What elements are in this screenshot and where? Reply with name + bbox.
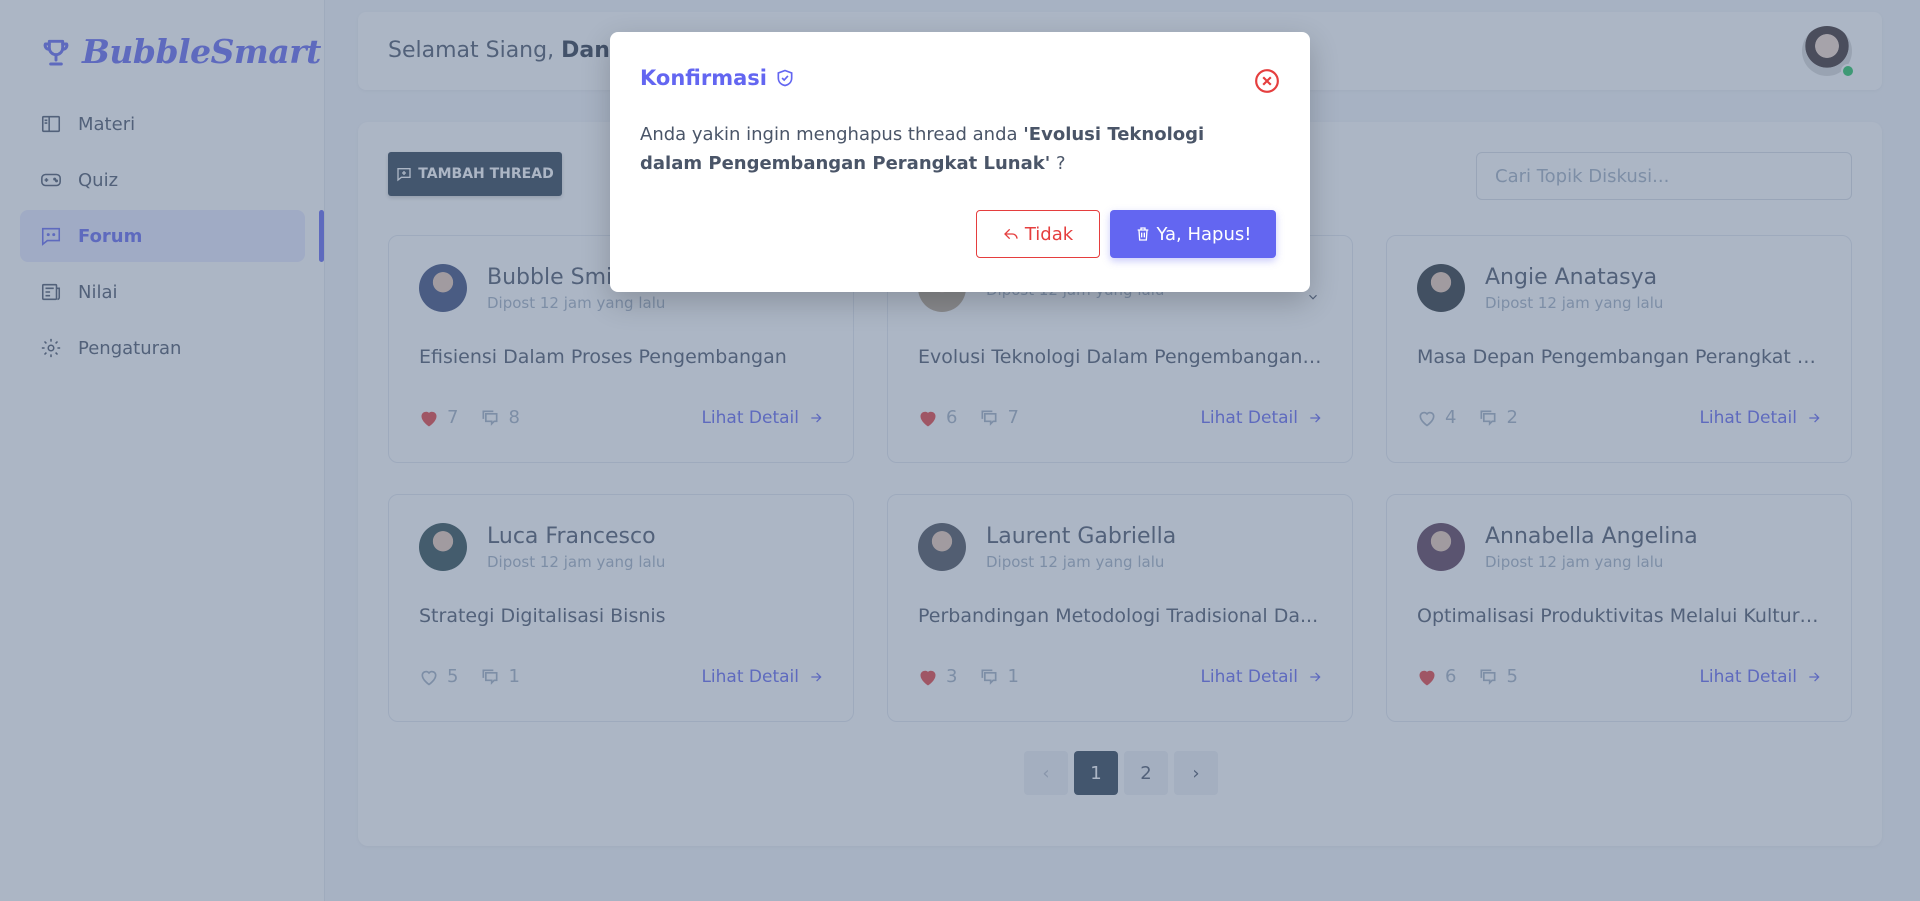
- confirm-label: Ya, Hapus!: [1156, 223, 1252, 245]
- modal-message: Anda yakin ingin menghapus thread anda '…: [640, 120, 1260, 178]
- cancel-label: Tidak: [1024, 223, 1074, 245]
- modal-title: Konfirmasi: [640, 66, 795, 90]
- close-icon[interactable]: [1254, 68, 1280, 94]
- modal-message-prefix: Anda yakin ingin menghapus thread anda: [640, 124, 1018, 145]
- cancel-button[interactable]: Tidak: [976, 210, 1100, 258]
- modal-title-text: Konfirmasi: [640, 66, 767, 90]
- confirm-delete-modal: Konfirmasi Anda yakin ingin menghapus th…: [610, 32, 1310, 292]
- reply-icon: [1003, 228, 1018, 240]
- confirm-delete-button[interactable]: Ya, Hapus!: [1110, 210, 1276, 258]
- trash-icon: [1137, 227, 1148, 241]
- modal-message-suffix: ?: [1055, 153, 1066, 174]
- shield-check-icon: [777, 69, 793, 87]
